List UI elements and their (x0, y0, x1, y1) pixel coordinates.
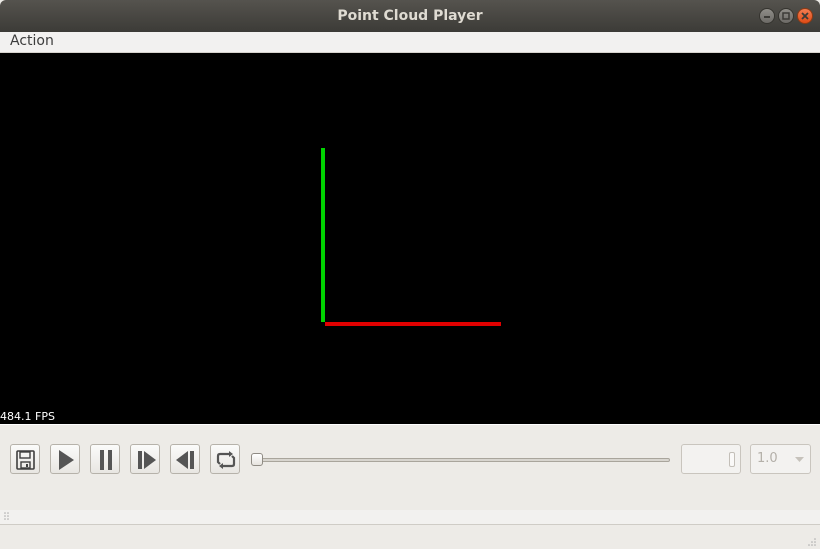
playback-controls: 1.0 (0, 424, 820, 511)
y-axis-line (321, 148, 325, 322)
speed-value: 1.0 (757, 451, 778, 466)
step-backward-button[interactable] (170, 444, 200, 474)
close-button[interactable] (797, 8, 813, 24)
title-bar: Point Cloud Player (0, 0, 820, 32)
speed-combobox[interactable]: 1.0 (750, 444, 811, 474)
menu-bar: Action (0, 32, 820, 53)
pause-icon (100, 450, 112, 470)
close-icon (801, 12, 809, 20)
window-title: Point Cloud Player (337, 8, 483, 24)
step-forward-icon (138, 451, 156, 469)
spinbox-arrows[interactable] (729, 452, 735, 467)
minimize-button[interactable] (759, 8, 775, 24)
grip-icon (4, 512, 9, 520)
maximize-icon (782, 12, 790, 20)
x-axis-line (325, 322, 501, 326)
maximize-button[interactable] (778, 8, 794, 24)
save-button[interactable] (10, 444, 40, 474)
pause-button[interactable] (90, 444, 120, 474)
frame-spinbox[interactable] (681, 444, 741, 474)
menu-action[interactable]: Action (10, 33, 54, 49)
timeline-slider-handle[interactable] (251, 453, 263, 466)
point-cloud-viewport[interactable]: 484.1 FPS (0, 53, 820, 424)
loop-icon (216, 451, 236, 469)
chevron-down-icon (795, 457, 804, 462)
timeline-slider-track[interactable] (258, 458, 670, 462)
status-bar (0, 510, 820, 549)
play-icon (59, 450, 74, 470)
play-button[interactable] (50, 444, 80, 474)
dock-splitter[interactable] (0, 510, 820, 525)
minimize-icon (764, 16, 770, 18)
size-grip-icon[interactable] (807, 537, 817, 547)
loop-button[interactable] (210, 444, 240, 474)
step-backward-icon (176, 451, 194, 469)
fps-counter: 484.1 FPS (0, 410, 55, 423)
step-forward-button[interactable] (130, 444, 160, 474)
floppy-disk-icon (16, 450, 35, 470)
